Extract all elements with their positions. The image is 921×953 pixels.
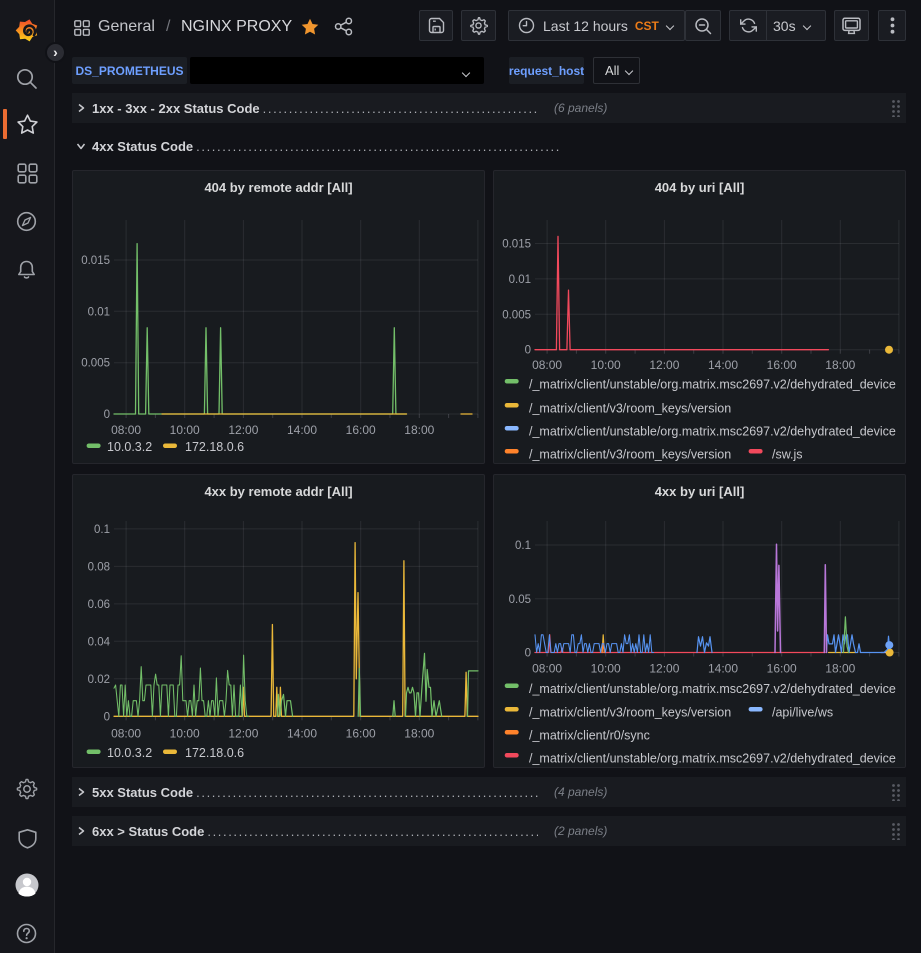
svg-text:18:00: 18:00	[404, 727, 434, 741]
svg-text:12:00: 12:00	[228, 727, 258, 741]
svg-text:16:00: 16:00	[346, 423, 376, 437]
svg-text:0.015: 0.015	[502, 239, 531, 251]
svg-text:/_matrix/client/v3/room_keys/v: /_matrix/client/v3/room_keys/version	[529, 706, 731, 720]
svg-text:12:00: 12:00	[649, 358, 679, 372]
svg-text:18:00: 18:00	[404, 423, 434, 437]
svg-text:10:00: 10:00	[591, 358, 621, 372]
svg-text:/_matrix/client/v3/room_keys/v: /_matrix/client/v3/room_keys/version	[529, 448, 731, 462]
svg-text:14:00: 14:00	[287, 727, 317, 741]
svg-text:/_matrix/client/v3/room_keys/v: /_matrix/client/v3/room_keys/version	[529, 402, 731, 416]
svg-text:0.005: 0.005	[502, 309, 531, 321]
svg-text:14:00: 14:00	[708, 358, 738, 372]
svg-text:0.1: 0.1	[94, 524, 110, 536]
svg-text:16:00: 16:00	[346, 727, 376, 741]
svg-text:08:00: 08:00	[532, 662, 562, 676]
svg-text:172.18.0.6: 172.18.0.6	[185, 746, 244, 760]
svg-text:16:00: 16:00	[767, 662, 797, 676]
svg-text:12:00: 12:00	[649, 662, 679, 676]
svg-text:18:00: 18:00	[825, 662, 855, 676]
svg-text:/sw.js: /sw.js	[772, 448, 803, 462]
svg-text:0.005: 0.005	[81, 358, 110, 370]
svg-text:/api/live/ws: /api/live/ws	[772, 706, 833, 720]
svg-text:12:00: 12:00	[228, 423, 258, 437]
svg-text:10:00: 10:00	[170, 727, 200, 741]
svg-text:0.1: 0.1	[515, 540, 531, 552]
svg-text:14:00: 14:00	[287, 423, 317, 437]
svg-text:10.0.3.2: 10.0.3.2	[107, 440, 152, 454]
svg-text:0: 0	[104, 409, 110, 421]
svg-text:0: 0	[525, 345, 531, 357]
svg-text:/_matrix/client/unstable/org.m: /_matrix/client/unstable/org.matrix.msc2…	[529, 378, 896, 392]
svg-text:16:00: 16:00	[767, 358, 797, 372]
svg-text:0: 0	[104, 711, 110, 723]
svg-text:0.01: 0.01	[88, 306, 110, 318]
svg-text:/_matrix/client/unstable/org.m: /_matrix/client/unstable/org.matrix.msc2…	[529, 682, 896, 696]
svg-text:18:00: 18:00	[825, 358, 855, 372]
svg-text:08:00: 08:00	[532, 358, 562, 372]
svg-text:0: 0	[525, 648, 531, 660]
svg-text:0.05: 0.05	[509, 594, 531, 606]
svg-text:0.04: 0.04	[88, 636, 111, 648]
svg-text:0.06: 0.06	[88, 599, 110, 611]
svg-text:0.02: 0.02	[88, 674, 110, 686]
svg-text:/_matrix/client/unstable/org.m: /_matrix/client/unstable/org.matrix.msc2…	[529, 425, 896, 439]
svg-text:/_matrix/client/r0/sync: /_matrix/client/r0/sync	[529, 729, 650, 743]
svg-text:0.08: 0.08	[88, 561, 110, 573]
svg-text:10:00: 10:00	[591, 662, 621, 676]
svg-text:08:00: 08:00	[111, 727, 141, 741]
svg-text:10.0.3.2: 10.0.3.2	[107, 746, 152, 760]
svg-text:08:00: 08:00	[111, 423, 141, 437]
svg-text:10:00: 10:00	[170, 423, 200, 437]
svg-text:14:00: 14:00	[708, 662, 738, 676]
svg-text:0.01: 0.01	[509, 274, 531, 286]
svg-text:/_matrix/client/unstable/org.m: /_matrix/client/unstable/org.matrix.msc2…	[529, 752, 896, 766]
svg-text:172.18.0.6: 172.18.0.6	[185, 440, 244, 454]
svg-text:0.015: 0.015	[81, 255, 110, 267]
